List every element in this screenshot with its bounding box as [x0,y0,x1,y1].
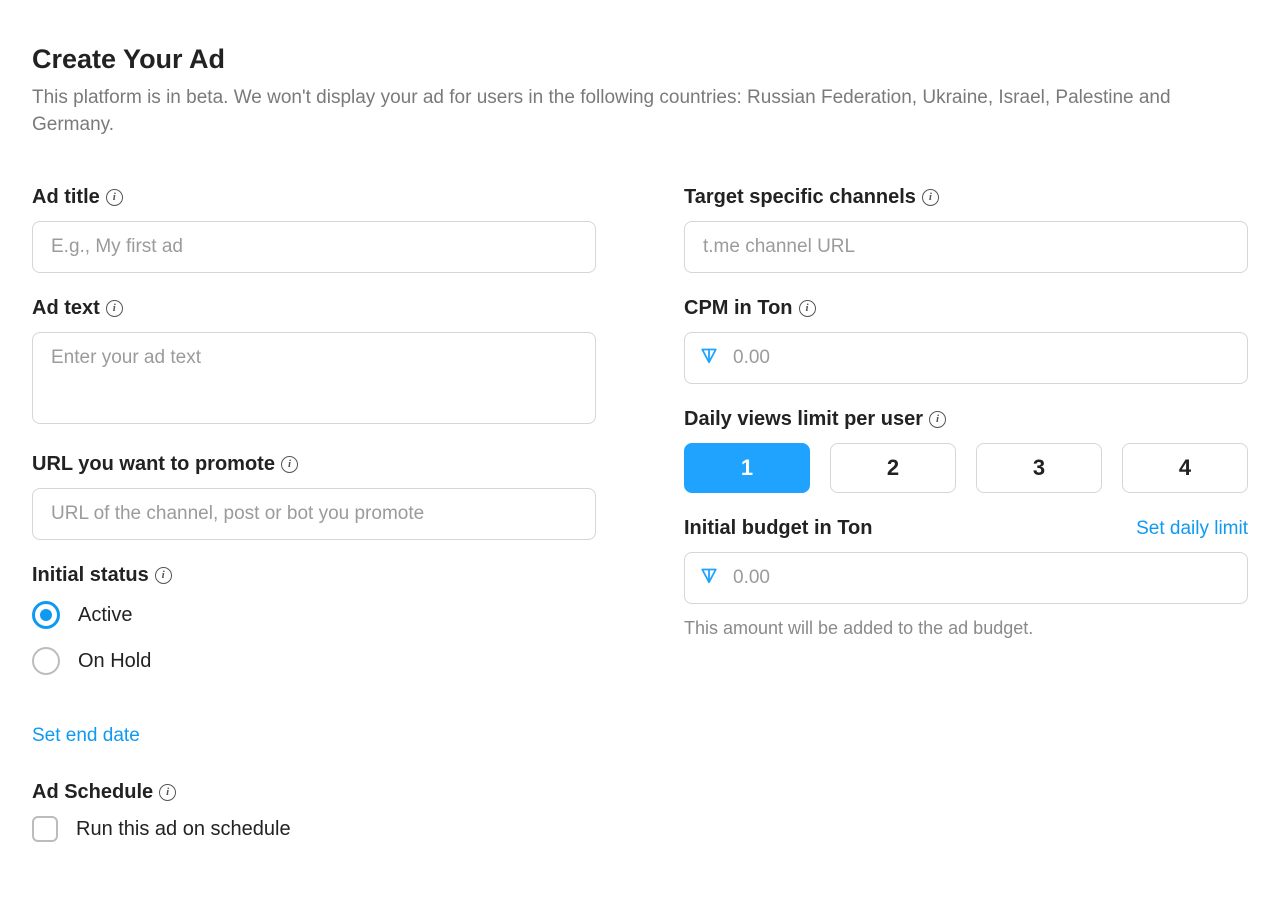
schedule-checkbox[interactable]: Run this ad on schedule [32,816,596,842]
info-icon[interactable]: i [106,189,123,206]
info-icon[interactable]: i [281,456,298,473]
ad-text-input[interactable] [32,332,596,424]
cpm-label: CPM in Ton [684,297,793,320]
ad-title-field: Ad title i [32,186,596,273]
ad-schedule-label: Ad Schedule [32,781,153,804]
views-option-1[interactable]: 1 [684,443,810,493]
radio-on-hold-label: On Hold [78,650,151,673]
target-channels-field: Target specific channels i [684,186,1248,273]
ad-text-label: Ad text [32,297,100,320]
daily-views-label: Daily views limit per user [684,408,923,431]
radio-on-hold[interactable]: On Hold [32,647,596,675]
budget-label: Initial budget in Ton [684,517,873,540]
info-icon[interactable]: i [929,411,946,428]
radio-indicator-icon [32,601,60,629]
left-column: Ad title i Ad text i URL you want to pro… [32,186,596,866]
promote-url-label: URL you want to promote [32,453,275,476]
ton-icon [700,347,718,370]
info-icon[interactable]: i [922,189,939,206]
radio-indicator-icon [32,647,60,675]
page-subtitle: This platform is in beta. We won't displ… [32,85,1248,138]
ad-text-field: Ad text i [32,297,596,429]
ad-title-input[interactable] [32,221,596,273]
set-daily-limit-link[interactable]: Set daily limit [1136,518,1248,540]
radio-active-label: Active [78,604,132,627]
set-end-date-link[interactable]: Set end date [32,725,140,747]
daily-views-field: Daily views limit per user i 1 2 3 4 [684,408,1248,493]
target-channels-input[interactable] [684,221,1248,273]
ad-schedule-field: Ad Schedule i Run this ad on schedule [32,781,596,842]
views-option-3[interactable]: 3 [976,443,1102,493]
info-icon[interactable]: i [106,300,123,317]
budget-helper: This amount will be added to the ad budg… [684,618,1248,639]
schedule-checkbox-label: Run this ad on schedule [76,818,291,841]
info-icon[interactable]: i [155,567,172,584]
views-option-2[interactable]: 2 [830,443,956,493]
views-option-4[interactable]: 4 [1122,443,1248,493]
right-column: Target specific channels i CPM in Ton i [684,186,1248,866]
checkbox-box-icon [32,816,58,842]
info-icon[interactable]: i [799,300,816,317]
promote-url-input[interactable] [32,488,596,540]
page-title: Create Your Ad [32,44,1248,75]
info-icon[interactable]: i [159,784,176,801]
budget-field: Initial budget in Ton Set daily limit Th… [684,517,1248,639]
initial-status-field: Initial status i Active On Hold [32,564,596,675]
target-channels-label: Target specific channels [684,186,916,209]
promote-url-field: URL you want to promote i [32,453,596,540]
cpm-input[interactable] [684,332,1248,384]
cpm-field: CPM in Ton i [684,297,1248,384]
ad-title-label: Ad title [32,186,100,209]
ton-icon [700,567,718,590]
initial-status-label: Initial status [32,564,149,587]
radio-active[interactable]: Active [32,601,596,629]
budget-input[interactable] [684,552,1248,604]
